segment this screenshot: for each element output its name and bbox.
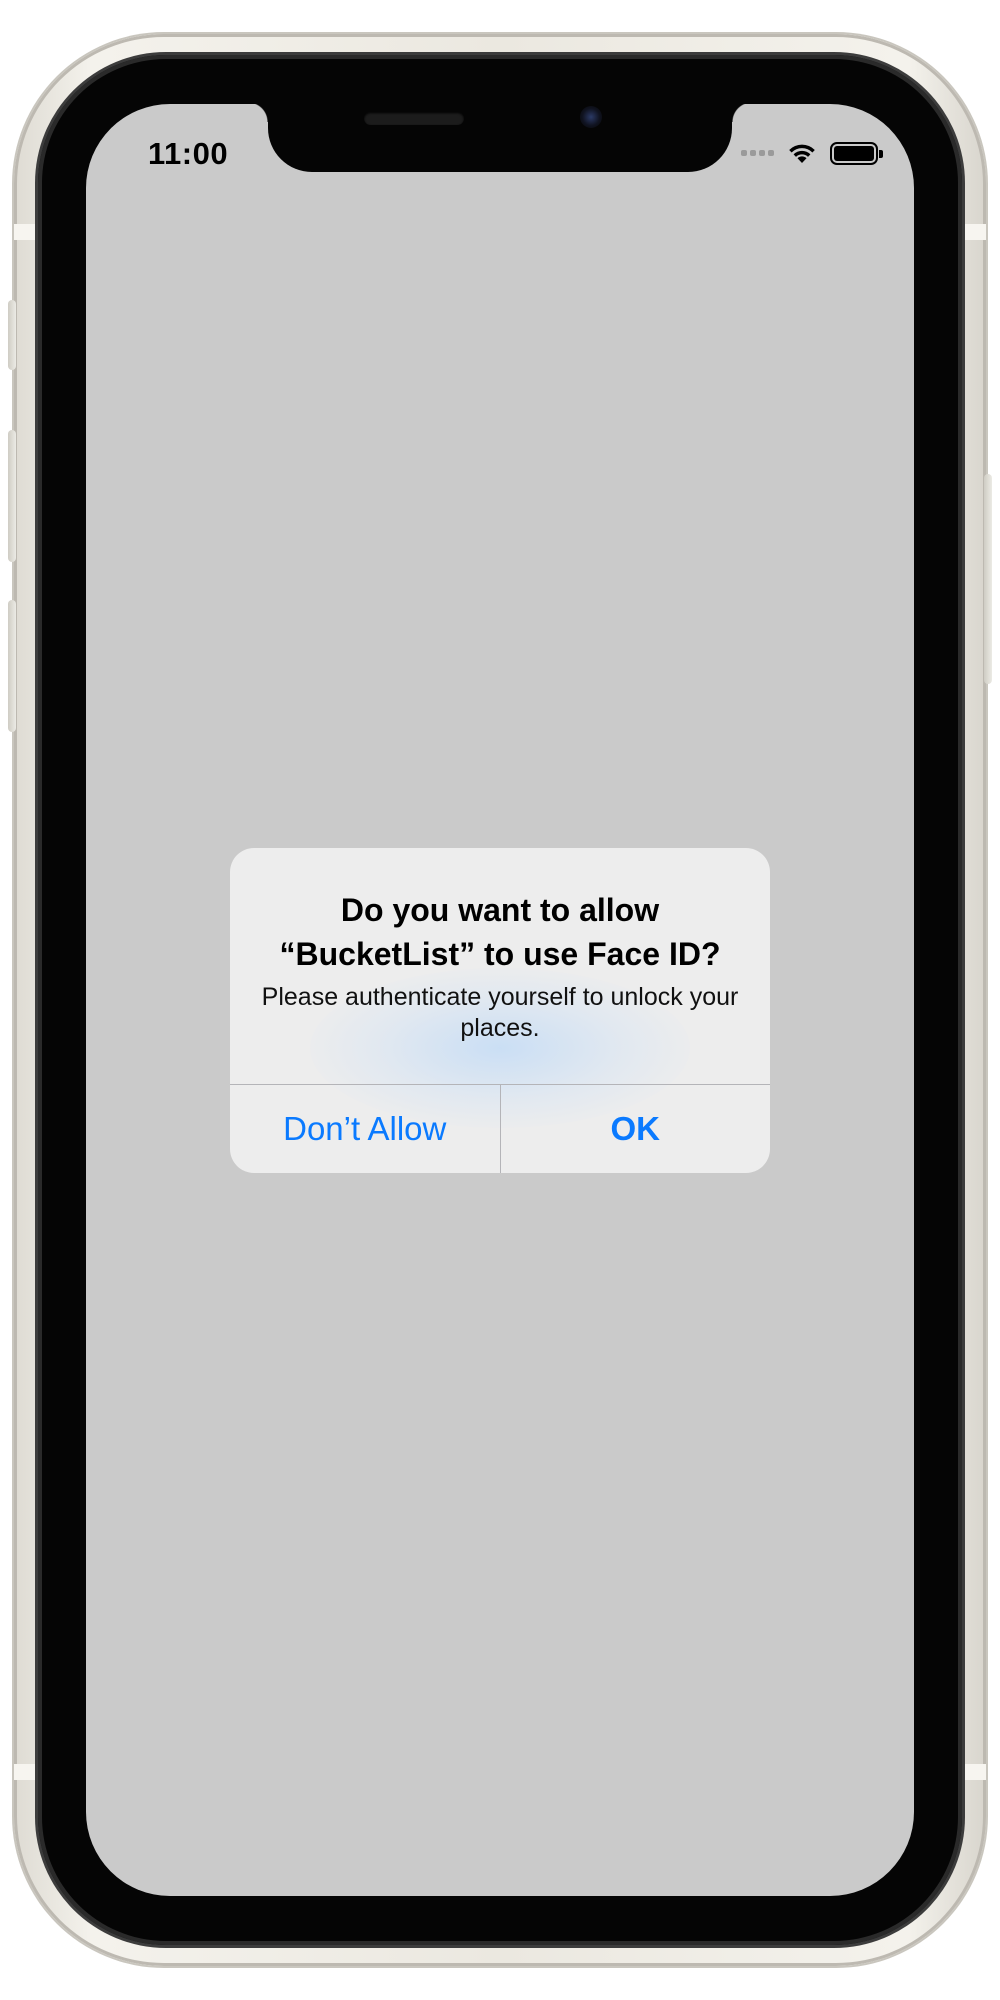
status-time: 11:00 [148, 136, 229, 171]
status-icons [741, 140, 883, 166]
volume-down-button [8, 600, 16, 732]
dont-allow-button[interactable]: Don’t Allow [230, 1085, 500, 1173]
volume-up-button [8, 430, 16, 562]
notch [248, 104, 752, 172]
cellular-signal-icon [741, 150, 774, 156]
alert-title: Do you want to allow “BucketList” to use… [279, 892, 721, 972]
alert-content: Do you want to allow “BucketList” to use… [230, 848, 770, 1045]
ok-button[interactable]: OK [501, 1085, 771, 1173]
side-button [984, 474, 992, 684]
page: 11:00 Do you want to allow “BucketList” … [0, 0, 1000, 2000]
front-camera [580, 106, 602, 128]
battery-icon [830, 141, 883, 165]
wifi-icon [789, 144, 815, 163]
alert-message: Please authenticate yourself to unlock y… [261, 983, 739, 1042]
earpiece-speaker [364, 112, 464, 125]
face-id-permission-alert: Do you want to allow “BucketList” to use… [230, 848, 770, 1173]
alert-actions: Don’t Allow OK [230, 1084, 770, 1173]
screen: 11:00 Do you want to allow “BucketList” … [86, 104, 914, 1896]
silent-switch [8, 300, 16, 370]
